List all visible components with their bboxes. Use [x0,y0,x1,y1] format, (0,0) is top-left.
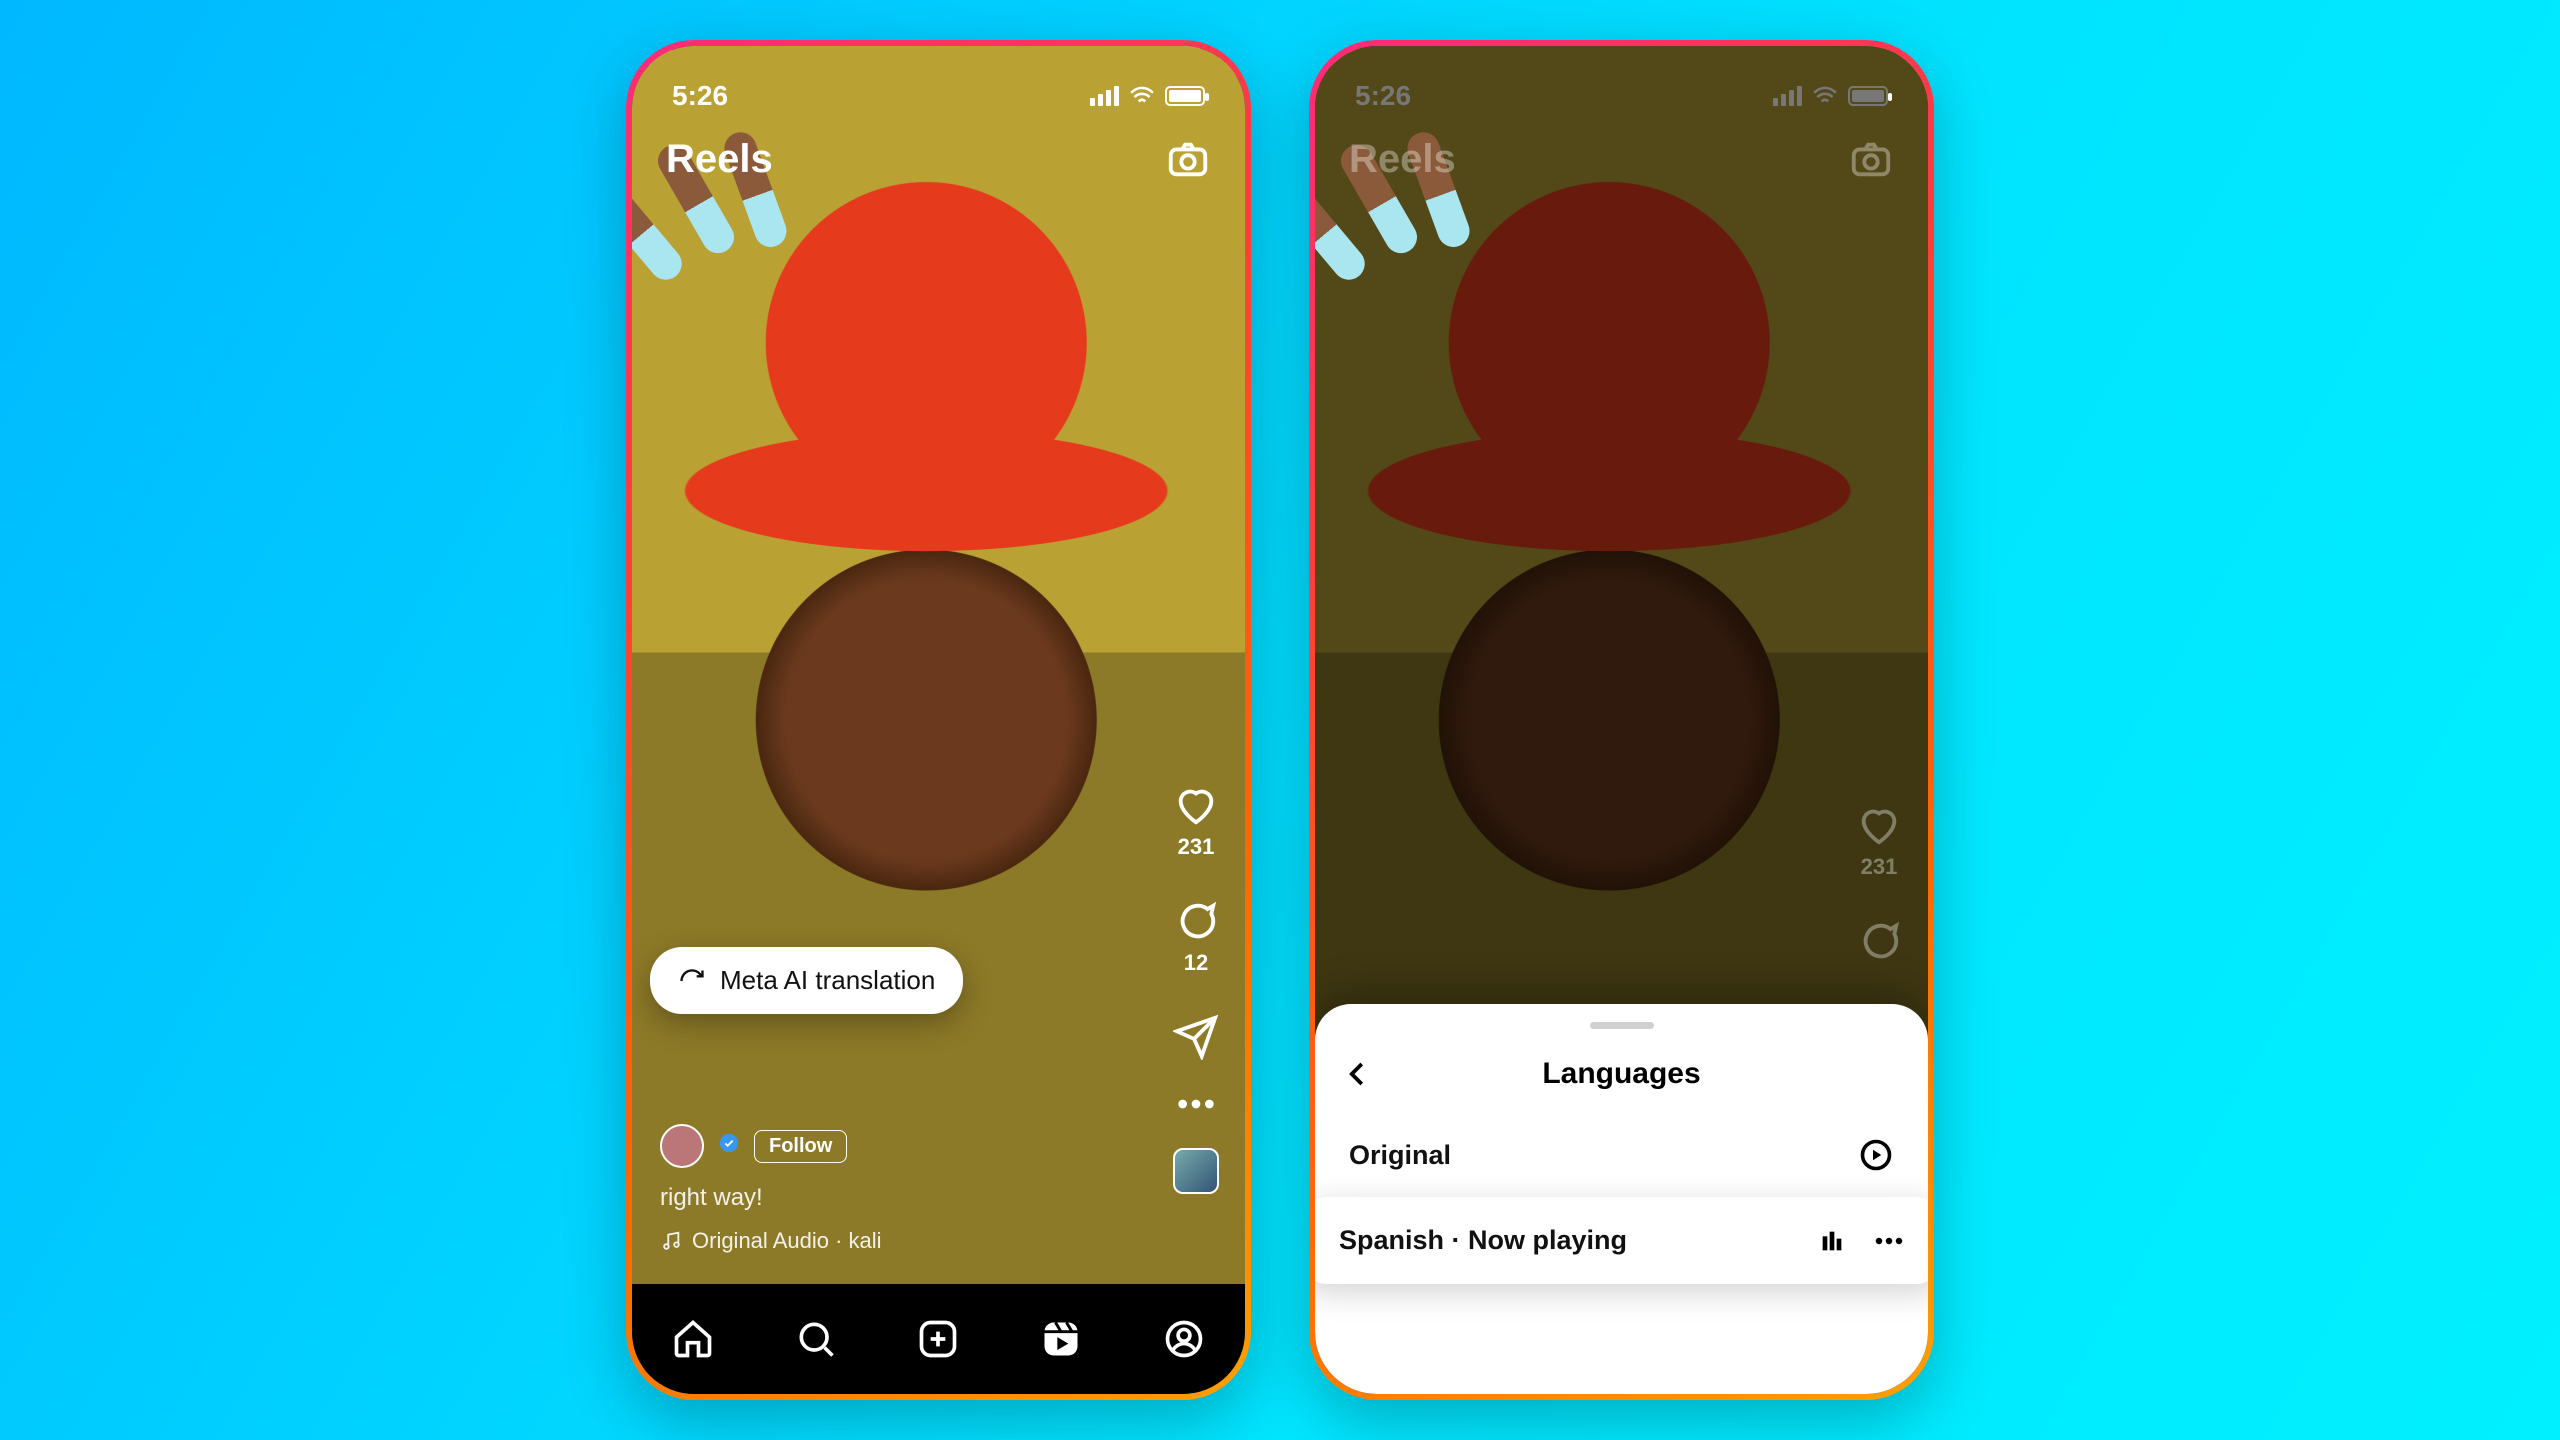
search-icon[interactable] [794,1317,838,1361]
screen: 5:26 Reels 231 Languages [1315,46,1928,1394]
author-row[interactable]: Follow [660,1124,1125,1168]
screen: 5:26 Reels 231 12 [632,46,1245,1394]
back-icon[interactable] [1343,1059,1373,1089]
audio-label: Original Audio · kali [692,1228,882,1254]
like-count: 231 [1861,854,1898,880]
reels-title: Reels [1349,137,1456,182]
audio-row[interactable]: Original Audio · kali [660,1228,1125,1254]
wifi-icon [1812,86,1838,106]
cellular-icon [1773,86,1802,106]
language-option-spanish[interactable]: Spanish · Now playing [1315,1197,1928,1284]
share-button[interactable] [1173,1014,1219,1060]
cellular-icon [1090,86,1119,106]
refresh-icon [678,967,706,995]
wifi-icon [1129,86,1155,106]
now-playing-bars-icon [1818,1227,1846,1255]
status-bar: 5:26 [1315,74,1928,118]
sheet-header: Languages [1315,1049,1928,1113]
action-rail: 231 12 [1173,782,1219,1194]
author-avatar[interactable] [660,1124,704,1168]
like-count: 231 [1178,834,1215,860]
profile-icon[interactable] [1162,1317,1206,1361]
phone-left: 5:26 Reels 231 12 [626,40,1251,1400]
verified-icon [718,1132,740,1161]
language-sheet: Languages Original Spanish · Now playing [1315,1004,1928,1394]
action-rail: 231 [1856,802,1902,964]
camera-icon[interactable] [1165,136,1211,182]
bottom-nav [632,1284,1245,1394]
status-time: 5:26 [1355,80,1411,112]
reels-title: Reels [666,137,773,182]
follow-button[interactable]: Follow [754,1130,847,1163]
battery-icon [1848,86,1888,106]
sheet-title: Languages [1542,1057,1700,1091]
caption-area: Follow right way! Original Audio · kali [660,1124,1125,1254]
audio-thumbnail[interactable] [1173,1148,1219,1194]
status-time: 5:26 [672,80,728,112]
home-icon[interactable] [671,1317,715,1361]
pill-label: Meta AI translation [720,965,935,996]
comment-button[interactable]: 12 [1173,898,1219,976]
language-label: Spanish · Now playing [1339,1225,1627,1256]
caption-text: right way! [660,1184,1125,1212]
language-option-original[interactable]: Original [1315,1113,1928,1197]
more-button[interactable] [1176,1098,1216,1110]
language-label: Original [1349,1140,1451,1171]
comment-button[interactable] [1856,918,1902,964]
create-icon[interactable] [916,1317,960,1361]
like-button[interactable]: 231 [1173,782,1219,860]
phone-right: 5:26 Reels 231 Languages [1309,40,1934,1400]
camera-icon[interactable] [1848,136,1894,182]
reels-header: Reels [632,136,1245,182]
sheet-grabber[interactable] [1590,1022,1654,1029]
meta-ai-translation-pill[interactable]: Meta AI translation [650,947,963,1014]
reels-header: Reels [1315,136,1928,182]
status-bar: 5:26 [632,74,1245,118]
more-icon[interactable] [1874,1237,1904,1245]
reels-tab-icon[interactable] [1039,1317,1083,1361]
battery-icon [1165,86,1205,106]
like-button[interactable]: 231 [1856,802,1902,880]
play-circle-icon[interactable] [1858,1137,1894,1173]
music-note-icon [660,1230,682,1252]
comment-count: 12 [1184,950,1208,976]
